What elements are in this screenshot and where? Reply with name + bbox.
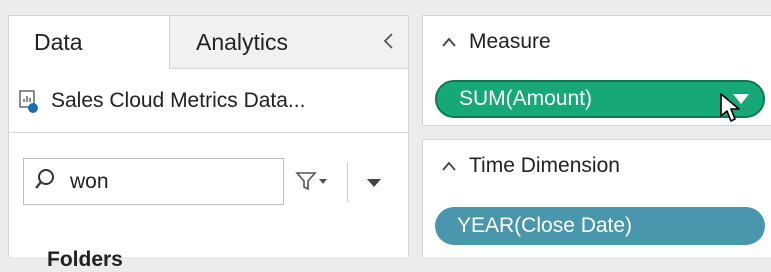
data-pane: Data Analytics Sales Cloud Metrics Data.… [8,15,409,271]
search-input[interactable] [68,168,262,195]
time-dimension-header[interactable]: Time Dimension [441,154,620,178]
tab-data-label: Data [34,29,83,55]
measure-header[interactable]: Measure [441,30,551,54]
measure-pill[interactable]: SUM(Amount) [435,80,765,118]
measure-title: Measure [469,30,551,53]
chevron-up-icon[interactable] [441,154,457,178]
filter-button[interactable] [292,168,332,198]
search-icon [34,168,56,195]
data-source-name: Sales Cloud Metrics Data... [51,89,306,112]
time-dimension-card: Time Dimension YEAR(Close Date) [422,139,771,257]
tab-analytics-label: Analytics [196,28,289,55]
mouse-pointer-icon [719,92,743,129]
filter-icon [295,170,329,197]
tab-analytics[interactable]: Analytics [169,16,408,69]
measure-pill-label: SUM(Amount) [459,87,593,110]
search-field[interactable] [23,158,284,205]
time-dimension-title: Time Dimension [469,154,620,177]
time-dimension-pill-label: YEAR(Close Date) [457,214,633,237]
divider [347,162,348,202]
tab-bar: Data Analytics [9,16,408,69]
chevron-left-icon[interactable] [382,30,394,56]
data-source-icon [19,88,39,114]
divider [9,132,408,133]
more-button[interactable] [363,174,385,194]
chevron-up-icon[interactable] [441,30,457,54]
caret-down-icon [366,175,382,193]
folders-heading: Folders [47,248,123,271]
tab-data[interactable]: Data [9,16,169,69]
time-dimension-pill[interactable]: YEAR(Close Date) [435,207,765,245]
data-source-row[interactable]: Sales Cloud Metrics Data... [9,69,408,133]
